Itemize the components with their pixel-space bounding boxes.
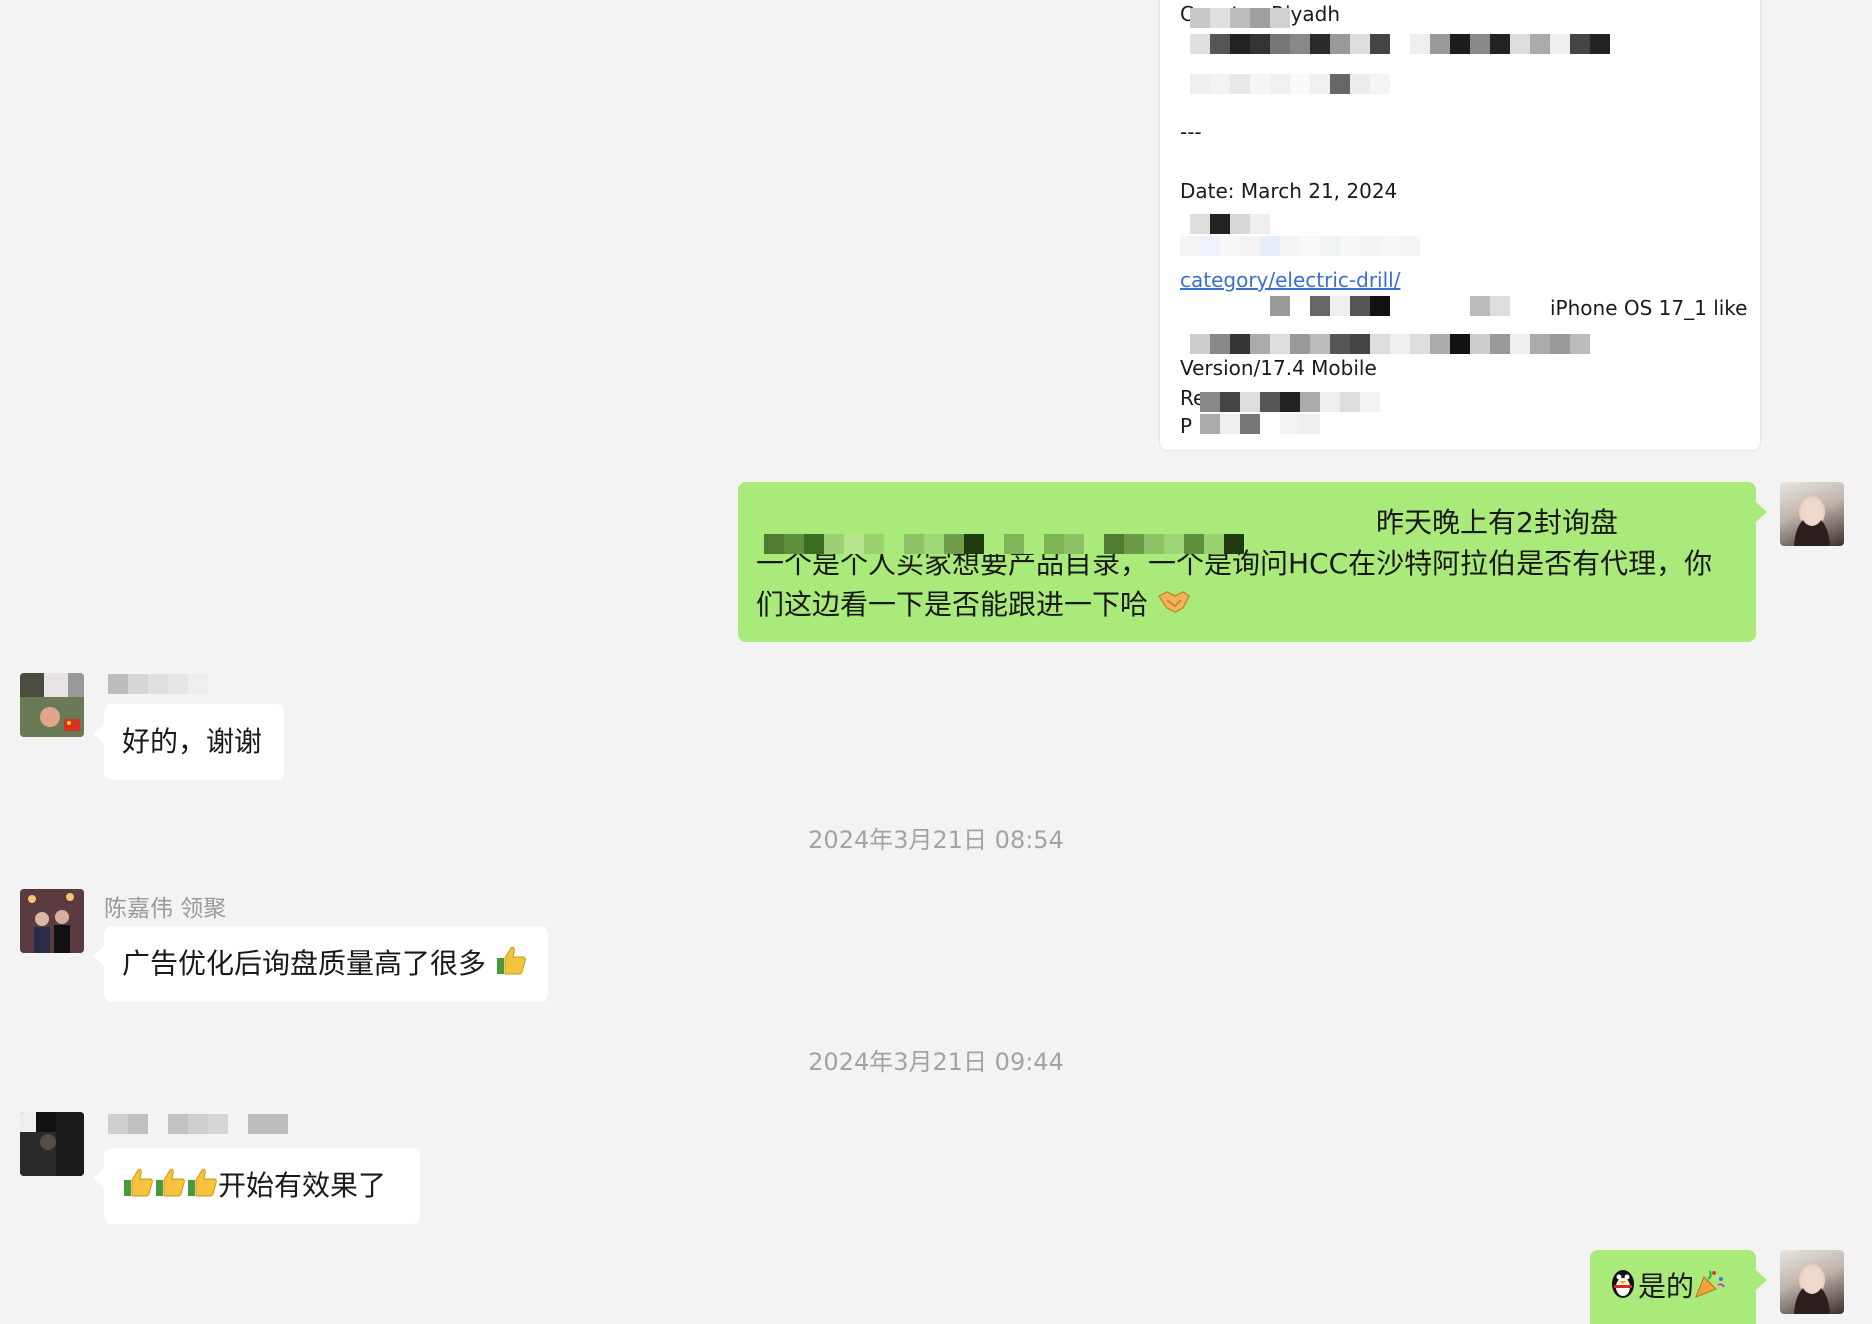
thumbs-up-icon xyxy=(122,1166,154,1209)
incoming-message-bubble[interactable]: 广告优化后询盘质量高了很多 xyxy=(93,926,548,1002)
card-user-agent-tail: iPhone OS 17_1 like xyxy=(1550,296,1748,320)
message-text: 广告优化后询盘质量高了很多 xyxy=(122,947,487,980)
message-text: 昨天晚上有2封询盘 xyxy=(1376,506,1618,539)
outgoing-message-bubble[interactable]: 是的 xyxy=(1590,1250,1767,1324)
redacted-sender-name xyxy=(108,1114,288,1134)
sender-name: 陈嘉伟 领聚 xyxy=(104,896,227,922)
redacted-block xyxy=(1190,334,1590,354)
handshake-icon xyxy=(1157,586,1191,627)
thumbs-up-icon xyxy=(186,1166,218,1209)
contact-avatar[interactable] xyxy=(20,673,84,737)
incoming-message-bubble[interactable]: 好的，谢谢 xyxy=(93,704,284,780)
redacted-block xyxy=(764,534,1244,554)
card-p-line: P xyxy=(1180,414,1193,438)
qq-penguin-icon xyxy=(1608,1267,1638,1310)
redacted-block xyxy=(1190,214,1270,234)
redacted-sender-name xyxy=(108,674,208,694)
outgoing-message-bubble[interactable]: 昨天晚上有2封询盘 一个是个人买家想要产品目录，一个是询问HCC在沙特阿拉伯是否… xyxy=(738,482,1767,642)
contact-avatar[interactable] xyxy=(20,1112,84,1176)
card-date: Date: March 21, 2024 xyxy=(1180,179,1398,203)
card-separator: --- xyxy=(1180,120,1202,144)
contact-avatar[interactable] xyxy=(20,889,84,953)
redacted-block xyxy=(1180,236,1420,256)
timestamp: 2024年3月21日 08:54 xyxy=(808,826,1064,854)
redacted-block xyxy=(1190,8,1290,28)
thumbs-up-icon xyxy=(154,1166,186,1209)
redacted-block xyxy=(1190,34,1610,54)
card-version-line: Version/17.4 Mobile xyxy=(1180,356,1377,380)
message-text: 们这边看一下是否能跟进一下哈 xyxy=(756,588,1149,621)
email-inquiry-card[interactable]: Country: Riyadh --- Date: March 21, 2024… xyxy=(1160,0,1760,450)
party-popper-icon xyxy=(1694,1267,1726,1310)
message-text: 开始有效果了 xyxy=(218,1169,387,1202)
timestamp: 2024年3月21日 09:44 xyxy=(808,1048,1064,1076)
my-avatar[interactable] xyxy=(1780,1250,1844,1314)
incoming-message-bubble[interactable]: 开始有效果了 xyxy=(93,1148,420,1224)
message-text: 是的 xyxy=(1638,1270,1695,1303)
message-text: 好的，谢谢 xyxy=(122,725,263,758)
redacted-block xyxy=(1200,414,1320,434)
redacted-block xyxy=(1200,392,1380,412)
redacted-block xyxy=(1270,296,1510,316)
thumbs-up-icon xyxy=(495,944,527,987)
my-avatar[interactable] xyxy=(1780,482,1844,546)
message-line: 昨天晚上有2封询盘 xyxy=(756,502,1738,554)
card-link[interactable]: category/electric-drill/ xyxy=(1180,268,1400,292)
redacted-block xyxy=(1190,74,1390,94)
